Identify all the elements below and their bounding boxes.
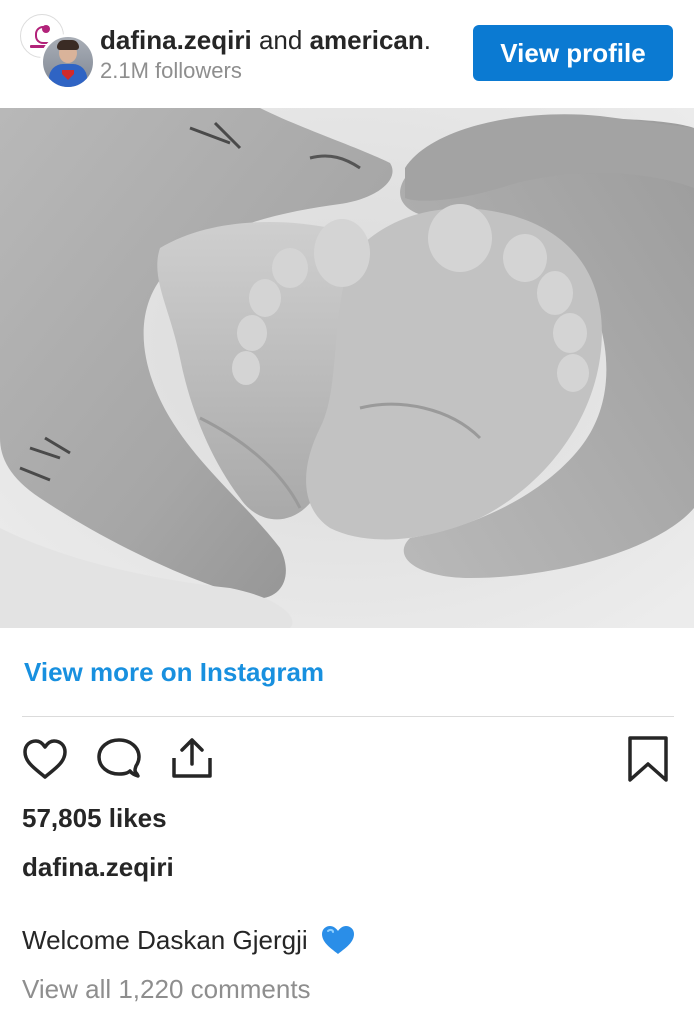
share-icon[interactable]: [168, 734, 216, 782]
post-header: dafina.zeqiri and american. 2.1M followe…: [0, 0, 694, 108]
caption-text: Welcome Daskan Gjergji: [22, 925, 308, 955]
owner-username[interactable]: dafina.zeqiri: [100, 25, 252, 55]
view-profile-button[interactable]: View profile: [473, 25, 673, 81]
follower-count: 2.1M followers: [100, 58, 242, 83]
avatar-hair: [57, 40, 79, 50]
authors-joiner: and: [258, 25, 303, 55]
view-more-on-instagram-link[interactable]: View more on Instagram: [24, 656, 324, 688]
post-image[interactable]: [0, 108, 694, 628]
baby-feet-heart-hands-photo: [0, 108, 694, 628]
divider: [22, 716, 674, 717]
coauthor-username[interactable]: american: [310, 25, 424, 55]
comment-icon[interactable]: [95, 736, 143, 784]
bookmark-icon[interactable]: [624, 736, 672, 784]
post-caption: Welcome Daskan Gjergji: [22, 924, 355, 962]
owner-avatar[interactable]: [40, 34, 96, 90]
blue-heart-icon: [321, 925, 355, 962]
post-authors: dafina.zeqiri and american.: [100, 24, 431, 56]
coauthor-avatars[interactable]: [20, 14, 96, 90]
heart-icon[interactable]: [21, 736, 69, 784]
brand-logo-dot: [42, 25, 50, 33]
likes-count[interactable]: 57,805 likes: [22, 802, 167, 834]
coauthor-suffix: .: [423, 25, 431, 55]
caption-username[interactable]: dafina.zeqiri: [22, 851, 174, 883]
view-all-comments-link[interactable]: View all 1,220 comments: [22, 973, 311, 1005]
